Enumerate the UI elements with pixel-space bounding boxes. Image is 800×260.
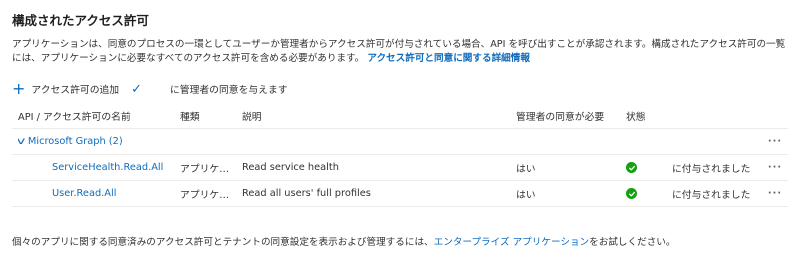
admin-consent-required: はい [516, 189, 536, 201]
permissions-consent-info-link[interactable]: アクセス許可と同意に関する詳細情報 [367, 53, 530, 64]
admin-consent-required: はい [516, 163, 536, 175]
checkmark-icon[interactable]: ✓ [131, 82, 142, 97]
page-description: アプリケーションは、同意のプロセスの一環としてユーザーか管理者からアクセス許可が… [12, 38, 788, 66]
chevron-down-icon: v [18, 136, 25, 147]
column-header-name: API / アクセス許可の名前 [18, 112, 131, 123]
row-more-options-button[interactable]: ··· [762, 181, 788, 206]
permission-description: Read all users' full profiles [242, 188, 371, 199]
permission-type: アプリケーション [180, 189, 238, 201]
granted-status-text: に付与されました [672, 163, 751, 175]
success-check-icon [626, 188, 637, 199]
group-more-options-button[interactable]: ··· [762, 129, 788, 154]
table-row: User.Read.All アプリケーション Read all users' f… [12, 181, 788, 207]
grant-admin-consent-button[interactable]: に管理者の同意を与えます [170, 82, 288, 96]
add-permission-label: アクセス許可の追加 [31, 85, 120, 96]
footer-note: 個々のアプリに関する同意済みのアクセス許可とテナントの同意設定を表示および管理す… [12, 234, 676, 248]
api-group-label[interactable]: Microsoft Graph (2) [28, 136, 123, 147]
column-header-status: 状態 [626, 112, 646, 123]
api-group-row: v Microsoft Graph (2) ··· [12, 129, 788, 155]
add-permission-button[interactable]: + アクセス許可の追加 [12, 79, 120, 98]
permission-name-link[interactable]: User.Read.All [52, 188, 116, 199]
toolbar: + アクセス許可の追加 ✓ に管理者の同意を与えます [12, 80, 288, 98]
permission-description: Read service health [242, 162, 339, 173]
granted-status-text: に付与されました [672, 189, 751, 201]
permission-type: アプリケーション [180, 163, 238, 175]
permissions-table: API / アクセス許可の名前 種類 説明 管理者の同意が必要 状態 v Mic… [12, 104, 788, 207]
column-header-description: 説明 [242, 112, 262, 123]
api-group-toggle[interactable]: v Microsoft Graph (2) [18, 129, 218, 154]
success-check-icon [626, 162, 637, 173]
plus-icon: + [12, 79, 26, 98]
row-more-options-button[interactable]: ··· [762, 155, 788, 180]
table-row: ServiceHealth.Read.All アプリケーション Read ser… [12, 155, 788, 181]
table-header-row: API / アクセス許可の名前 種類 説明 管理者の同意が必要 状態 [12, 104, 788, 129]
enterprise-applications-link[interactable]: エンタープライズ アプリケーション [434, 237, 590, 248]
column-header-type: 種類 [180, 112, 200, 123]
page-title: 構成されたアクセス許可 [12, 13, 149, 28]
footer-text-before: 個々のアプリに関する同意済みのアクセス許可とテナントの同意設定を表示および管理す… [12, 237, 434, 248]
column-header-admin-consent: 管理者の同意が必要 [516, 112, 605, 123]
permission-name-link[interactable]: ServiceHealth.Read.All [52, 162, 163, 173]
footer-text-after: をお試しください。 [589, 237, 676, 248]
